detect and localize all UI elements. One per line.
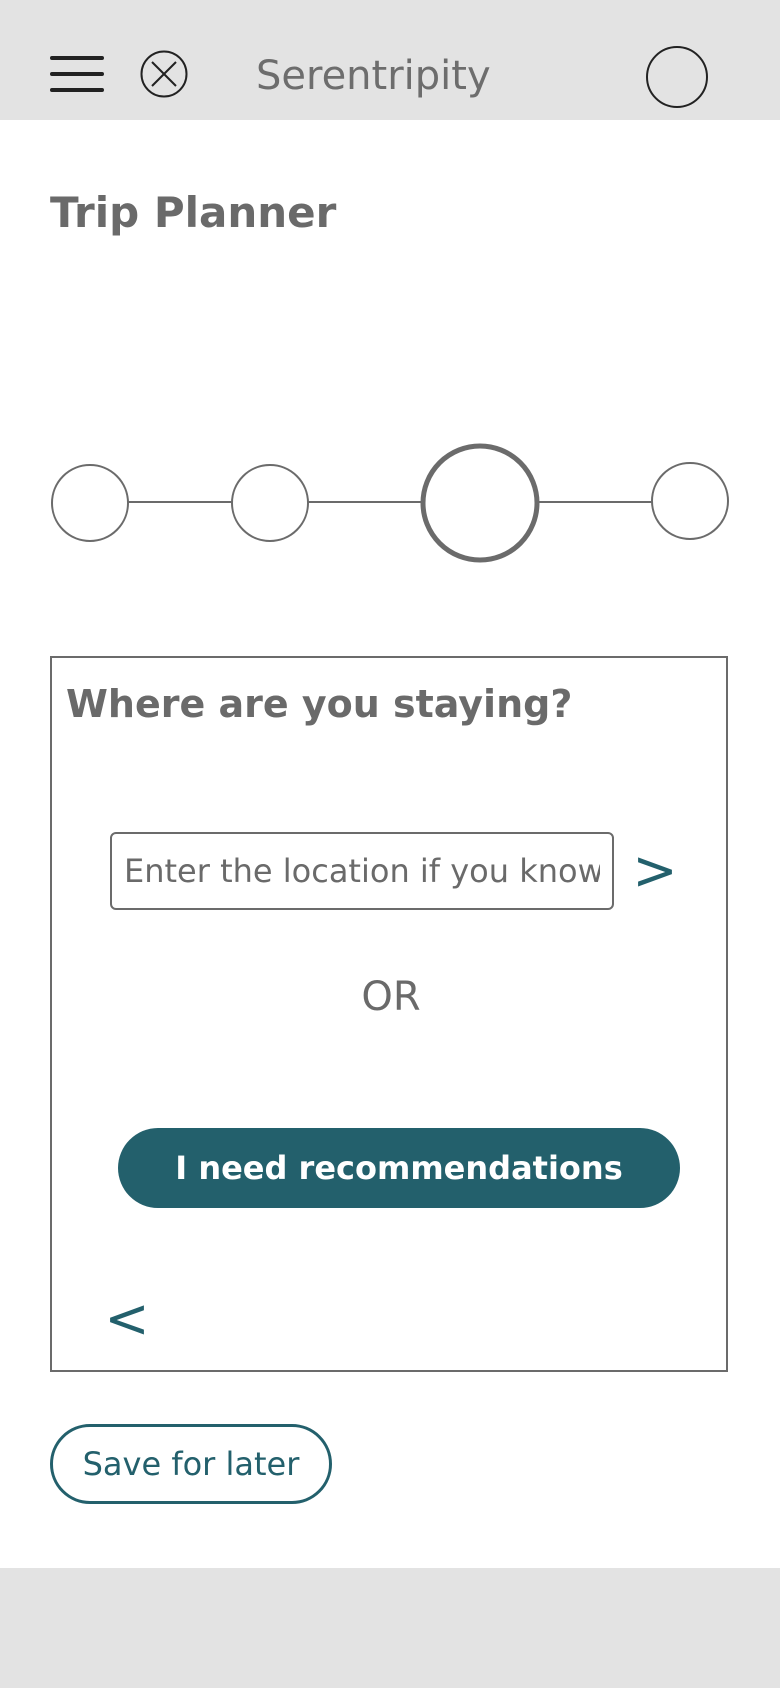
accommodation-card: Where are you staying? > OR I need recom…: [50, 656, 728, 1372]
progress-stepper: [51, 443, 729, 563]
profile-avatar-icon[interactable]: [646, 46, 708, 108]
app-title: Serentripity: [256, 53, 491, 99]
step-3-current[interactable]: [420, 443, 540, 563]
or-divider-label: OR: [361, 974, 421, 1020]
step-4[interactable]: [651, 462, 729, 540]
save-for-later-button[interactable]: Save for later: [50, 1424, 332, 1504]
question-heading: Where are you staying?: [66, 682, 573, 726]
top-bar: Serentripity: [0, 0, 780, 120]
bottom-bar: [0, 1568, 780, 1688]
circle-x-icon[interactable]: [140, 50, 188, 98]
hamburger-menu-icon[interactable]: [50, 56, 104, 92]
location-input[interactable]: [110, 832, 614, 910]
next-arrow-button[interactable]: >: [630, 836, 680, 906]
recommendations-button[interactable]: I need recommendations: [118, 1128, 680, 1208]
page-title: Trip Planner: [50, 188, 337, 237]
step-2[interactable]: [231, 464, 309, 542]
back-arrow-button[interactable]: <: [102, 1284, 152, 1354]
step-1[interactable]: [51, 464, 129, 542]
